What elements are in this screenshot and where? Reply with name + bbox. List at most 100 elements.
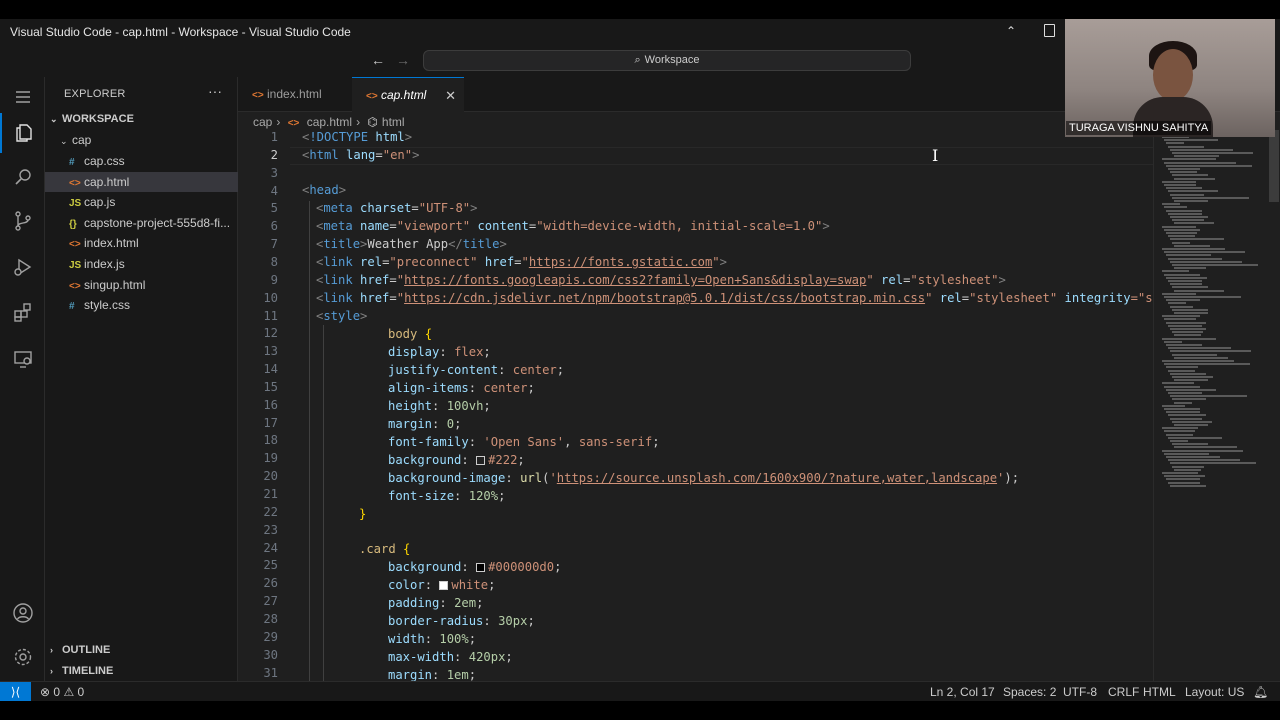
line-number: 21 xyxy=(263,487,278,501)
line-ending[interactable]: CRLF xyxy=(1108,682,1139,702)
file-label: singup.html xyxy=(84,277,146,292)
token: height xyxy=(388,399,433,413)
code-link[interactable]: https://fonts.gstatic.com xyxy=(529,255,712,269)
code-link[interactable]: https://cdn.jsdelivr.net/npm/bootstrap@5… xyxy=(404,291,925,305)
breadcrumb-folder[interactable]: cap xyxy=(253,115,272,129)
chevron-right-icon: › xyxy=(50,645,53,655)
remote-explorer-icon[interactable] xyxy=(0,339,45,379)
command-center-search[interactable]: ⌕ Workspace xyxy=(423,50,911,71)
chevron-down-icon: ⌄ xyxy=(50,114,58,124)
color-swatch[interactable] xyxy=(476,456,486,465)
code-line-6: <meta name="viewport" content="width=dev… xyxy=(316,219,830,233)
token: "preconnect" xyxy=(389,255,478,269)
settings-gear-icon[interactable] xyxy=(0,637,45,677)
minimap-line xyxy=(1168,481,1201,484)
token: name xyxy=(360,219,390,233)
breadcrumb-symbol[interactable]: html xyxy=(382,115,405,129)
token: 100vh xyxy=(446,399,484,413)
files-icon[interactable] xyxy=(0,113,45,153)
workspace-section[interactable]: ⌄ WORKSPACE xyxy=(45,109,238,129)
remote-icon[interactable]: ⟩⟨ xyxy=(0,682,31,702)
minimap-line xyxy=(1166,232,1197,234)
file-item[interactable]: <> singup.html xyxy=(45,275,238,295)
code-line-20: background-image: url('https://source.un… xyxy=(388,471,1020,485)
minimap-line xyxy=(1162,449,1243,452)
minimap-line xyxy=(1174,424,1209,426)
minimap-line xyxy=(1162,180,1197,183)
cursor-position[interactable]: Ln 2, Col 17 xyxy=(930,682,995,702)
indentation[interactable]: Spaces: 2 xyxy=(1003,682,1056,702)
file-item[interactable]: JS cap.js xyxy=(45,192,238,212)
tab-cap-html[interactable]: <> cap.html ✕ xyxy=(352,77,464,112)
minimap-line xyxy=(1174,334,1201,337)
arrow-left-icon[interactable]: ← xyxy=(371,52,385,68)
tab-index-html[interactable]: <> index.html xyxy=(238,77,352,112)
token: integrity xyxy=(1064,291,1131,305)
minimap-line xyxy=(1170,440,1188,442)
code-line-18: font-family: 'Open Sans', sans-serif; xyxy=(388,435,660,449)
minimap-line xyxy=(1168,459,1240,462)
code-editor[interactable]: 1 2 3 4 5 6 7 8 9 10 11 12 13 14 15 16 17 18 19 20 21 22 23 24 2… xyxy=(238,130,1153,681)
token: Weather App xyxy=(367,237,449,251)
problems-indicator[interactable]: ⊗ 0 ⚠ 0 xyxy=(40,682,84,702)
code-link[interactable]: https://source.unsplash.com/1600x900/?na… xyxy=(557,471,997,485)
outline-section[interactable]: › OUTLINE xyxy=(45,640,238,660)
extensions-icon[interactable] xyxy=(0,293,45,333)
folder-cap[interactable]: ⌄ cap xyxy=(45,130,238,150)
file-item[interactable]: # cap.css xyxy=(45,151,238,171)
minimap-line xyxy=(1170,395,1247,398)
color-swatch[interactable] xyxy=(439,581,449,590)
html-file-icon: <> xyxy=(69,280,81,292)
line-number: 9 xyxy=(270,272,278,287)
account-icon[interactable] xyxy=(0,593,45,633)
minimap-line xyxy=(1170,216,1208,218)
minimap-line xyxy=(1162,404,1185,407)
keyboard-layout[interactable]: Layout: US xyxy=(1185,682,1244,702)
bell-icon[interactable]: 🔔︎ xyxy=(1253,682,1268,702)
token: head xyxy=(309,183,339,197)
more-actions-icon[interactable]: ··· xyxy=(208,83,222,99)
chevron-up-icon[interactable]: ⌃ xyxy=(1006,24,1016,38)
search-icon[interactable] xyxy=(0,157,45,197)
js-file-icon: JS xyxy=(69,198,82,210)
vertical-scrollbar[interactable] xyxy=(1268,130,1280,681)
token: "width=device-width, initial-scale=1.0" xyxy=(536,219,823,233)
minimap-line xyxy=(1162,248,1225,250)
minimap[interactable] xyxy=(1153,130,1268,681)
file-icon[interactable] xyxy=(1044,24,1055,37)
minimap-line xyxy=(1170,283,1203,286)
minimap-line xyxy=(1166,187,1202,190)
code-line-12: body { xyxy=(388,327,433,341)
source-control-icon[interactable] xyxy=(0,201,45,241)
breadcrumb-file[interactable]: cap.html xyxy=(307,115,352,129)
minimap-line xyxy=(1168,392,1203,394)
menu-icon[interactable] xyxy=(0,77,45,117)
file-item[interactable]: {} capstone-project-555d8-fi... xyxy=(45,213,238,233)
minimap-line xyxy=(1172,398,1207,401)
token: font-family xyxy=(388,435,469,449)
arrow-right-icon[interactable]: → xyxy=(396,52,410,68)
file-item[interactable]: # style.css xyxy=(45,295,238,315)
language-mode[interactable]: HTML xyxy=(1143,682,1176,702)
minimap-line xyxy=(1172,353,1217,356)
token: meta xyxy=(323,219,353,233)
color-swatch[interactable] xyxy=(476,563,486,572)
token: meta xyxy=(323,201,353,215)
minimap-line xyxy=(1174,446,1237,449)
scrollbar-thumb[interactable] xyxy=(1269,130,1279,202)
file-item[interactable]: JS index.js xyxy=(45,254,238,274)
line-number: 25 xyxy=(263,558,278,573)
code-link[interactable]: https://fonts.googleapis.com/css2?family… xyxy=(404,273,866,287)
timeline-section[interactable]: › TIMELINE xyxy=(45,661,238,681)
file-item[interactable]: <> index.html xyxy=(45,233,238,253)
file-item[interactable]: <> cap.html xyxy=(45,171,238,192)
encoding[interactable]: UTF-8 xyxy=(1063,682,1097,702)
workspace-label: WORKSPACE xyxy=(62,113,134,125)
file-label: cap.js xyxy=(84,195,116,210)
close-icon[interactable]: ✕ xyxy=(445,78,456,113)
file-label: style.css xyxy=(84,298,131,313)
run-debug-icon[interactable] xyxy=(0,247,45,287)
code-line-27: padding: 2em; xyxy=(388,596,484,610)
minimap-line xyxy=(1166,254,1211,257)
line-number: 3 xyxy=(270,165,278,180)
